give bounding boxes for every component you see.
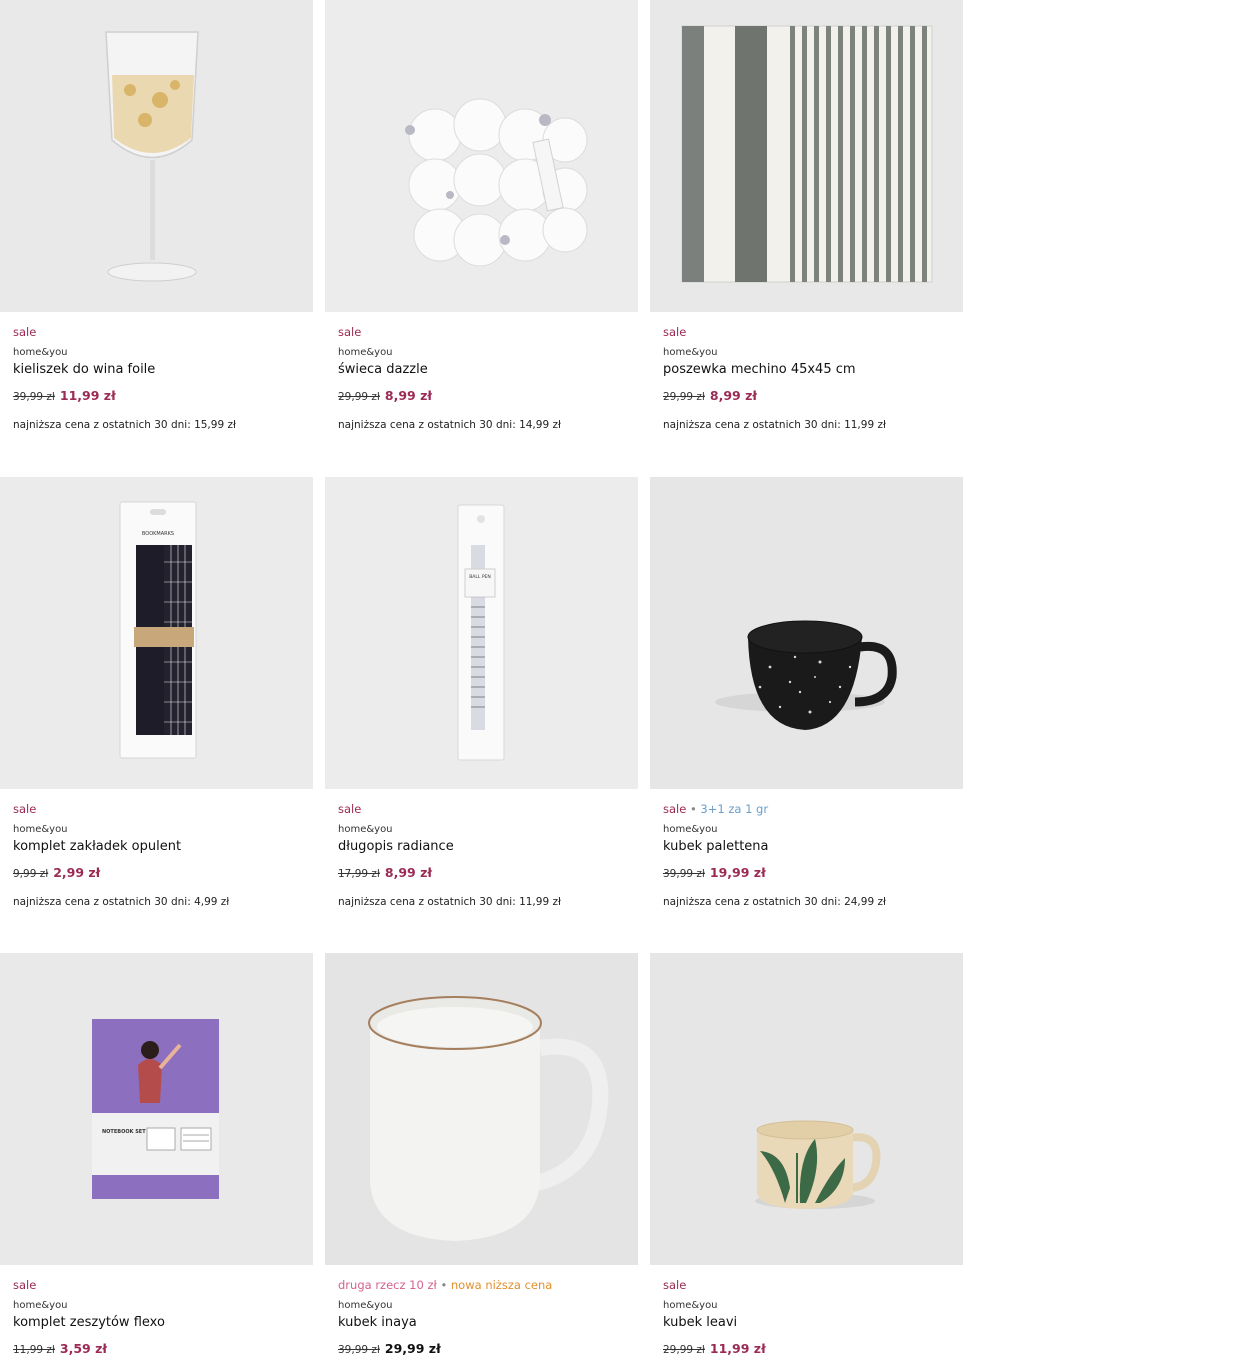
product-name[interactable]: długopis radiance xyxy=(338,838,638,862)
product-brand: home&you xyxy=(338,824,393,835)
black-mug-image[interactable] xyxy=(650,477,963,789)
sale-tag: sale xyxy=(663,325,687,339)
product-name[interactable]: kieliszek do wina foile xyxy=(13,361,313,385)
tag-separator: • xyxy=(440,1278,448,1292)
lowest-price-note: najniższa cena z ostatnich 30 dni: 4,99 … xyxy=(13,896,230,908)
product-brand: home&you xyxy=(13,824,68,835)
sale-tag: sale xyxy=(338,802,362,816)
old-price: 29,99 zł xyxy=(663,1344,705,1356)
product-name[interactable]: kubek leavi xyxy=(663,1314,963,1338)
product-card[interactable]: druga rzecz 10 zł • nowa niższa cena hom… xyxy=(325,953,638,1362)
sale-tag: sale xyxy=(663,1278,687,1292)
white-mug-image[interactable] xyxy=(325,953,638,1265)
product-card[interactable]: sale • 3+1 za 1 gr home&you kubek palett… xyxy=(650,477,963,908)
lowest-price-note: najniższa cena z ostatnich 30 dni: 14,99… xyxy=(338,419,561,431)
current-price: 8,99 zł xyxy=(709,388,758,403)
candle-image[interactable] xyxy=(325,0,638,312)
product-brand: home&you xyxy=(338,1300,393,1311)
old-price: 29,99 zł xyxy=(338,391,380,403)
current-price: 11,99 zł xyxy=(59,388,116,403)
product-brand: home&you xyxy=(663,1300,718,1311)
product-card[interactable]: sale home&you kieliszek do wina foile 39… xyxy=(0,0,313,431)
product-name[interactable]: kubek inaya xyxy=(338,1314,638,1338)
current-price: 2,99 zł xyxy=(53,865,101,880)
lowest-price-note: najniższa cena z ostatnich 30 dni: 15,99… xyxy=(13,419,236,431)
old-price: 39,99 zł xyxy=(338,1344,380,1356)
product-brand: home&you xyxy=(13,1300,68,1311)
promo-tag: 3+1 za 1 gr xyxy=(700,802,769,816)
pen-image[interactable]: BALL PEN xyxy=(325,477,638,789)
wine-glass-image[interactable] xyxy=(0,0,313,312)
product-brand: home&you xyxy=(663,347,718,358)
package-label: BALL PEN xyxy=(469,574,491,580)
current-price: 19,99 zł xyxy=(709,865,766,880)
sale-tag: sale xyxy=(13,802,37,816)
current-price: 8,99 zł xyxy=(384,865,433,880)
product-name[interactable]: komplet zakładek opulent xyxy=(13,838,313,862)
sale-tag: sale xyxy=(13,1278,37,1292)
lowest-price-note: najniższa cena z ostatnich 30 dni: 11,99… xyxy=(663,419,886,431)
pillowcase-image[interactable] xyxy=(650,0,963,312)
package-label: BOOKMARKS xyxy=(142,531,174,537)
old-price: 39,99 zł xyxy=(13,391,55,403)
product-card[interactable]: NOTEBOOK SET sale home&you komplet zeszy… xyxy=(0,953,313,1362)
notebook-image[interactable]: NOTEBOOK SET xyxy=(0,953,313,1265)
product-card[interactable]: sale home&you kubek leavi 29,99 zł 11,99 … xyxy=(650,953,963,1362)
old-price: 39,99 zł xyxy=(663,868,705,880)
product-name[interactable]: komplet zeszytów flexo xyxy=(13,1314,313,1338)
product-brand: home&you xyxy=(663,824,718,835)
sale-tag: sale xyxy=(338,325,362,339)
product-card[interactable]: BALL PEN sale home&you długopis radiance… xyxy=(325,477,638,908)
product-card[interactable]: BOOKMARKS sale home&you komplet zakładek… xyxy=(0,477,313,908)
package-label: NOTEBOOK SET xyxy=(102,1129,146,1135)
lowest-price-note: najniższa cena z ostatnich 30 dni: 24,99… xyxy=(663,896,886,908)
old-price: 9,99 zł xyxy=(13,868,49,880)
tag-separator: • xyxy=(689,802,697,816)
product-name[interactable]: kubek palettena xyxy=(663,838,963,862)
bookmarks-image[interactable]: BOOKMARKS xyxy=(0,477,313,789)
product-card[interactable]: sale home&you świeca dazzle 29,99 zł 8,99… xyxy=(325,0,638,431)
product-card[interactable]: sale home&you poszewka mechino 45x45 cm … xyxy=(650,0,963,431)
sale-tag: sale xyxy=(663,802,687,816)
sale-tag: sale xyxy=(13,325,37,339)
old-price: 11,99 zł xyxy=(13,1344,55,1356)
product-brand: home&you xyxy=(13,347,68,358)
product-name[interactable]: poszewka mechino 45x45 cm xyxy=(663,361,963,385)
old-price: 17,99 zł xyxy=(338,868,380,880)
current-price: 8,99 zł xyxy=(384,388,433,403)
lower-price-tag: nowa niższa cena xyxy=(450,1278,553,1292)
leaf-mug-image[interactable] xyxy=(650,953,963,1265)
lowest-price-note: najniższa cena z ostatnich 30 dni: 11,99… xyxy=(338,896,561,908)
old-price: 29,99 zł xyxy=(663,391,705,403)
promo-tag: druga rzecz 10 zł xyxy=(338,1278,437,1292)
product-name[interactable]: świeca dazzle xyxy=(338,361,638,385)
product-brand: home&you xyxy=(338,347,393,358)
